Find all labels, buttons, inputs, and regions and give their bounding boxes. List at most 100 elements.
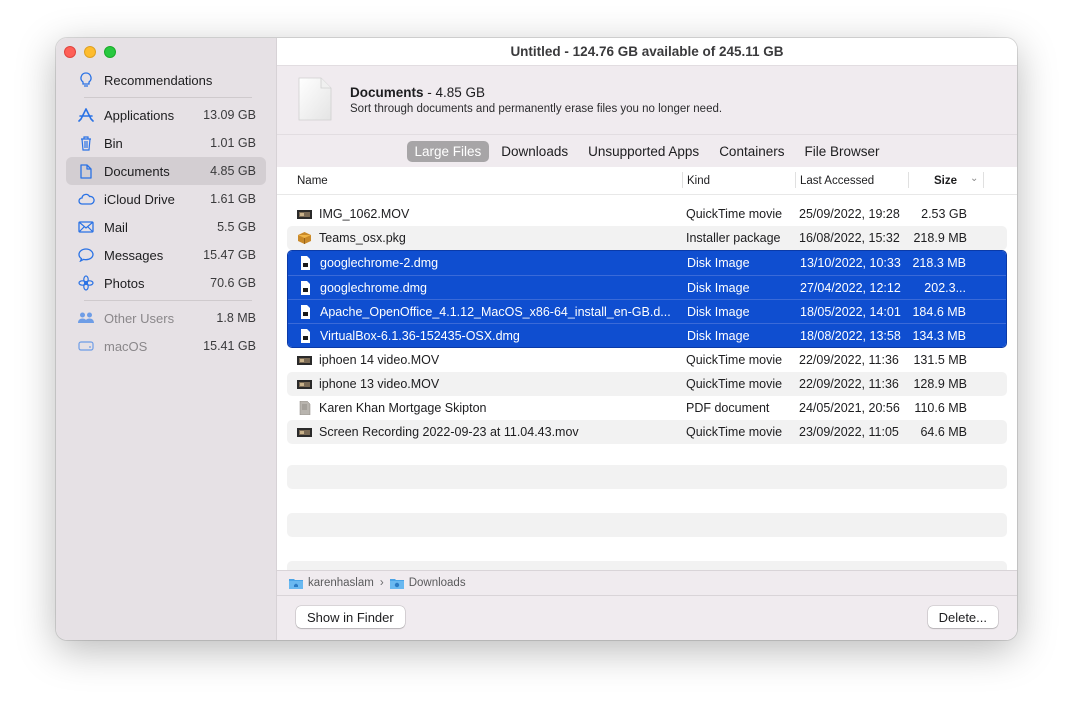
- file-name: VirtualBox-6.1.36-152435-OSX.dmg: [320, 328, 520, 343]
- app-store-icon: [76, 108, 96, 122]
- column-header-last-accessed[interactable]: Last Accessed: [800, 175, 874, 187]
- sidebar-item-mail[interactable]: Mail 5.5 GB: [66, 213, 266, 241]
- column-header-kind[interactable]: Kind: [687, 175, 710, 187]
- disk-image-icon: [298, 281, 313, 295]
- file-last-accessed: 18/08/2022, 13:58: [800, 328, 901, 343]
- sidebar-item-size: 15.41 GB: [203, 339, 256, 353]
- sidebar-item-applications[interactable]: Applications 13.09 GB: [66, 101, 266, 129]
- disk-image-icon: [298, 305, 313, 319]
- file-row[interactable]: Apache_OpenOffice_4.1.12_MacOS_x86-64_in…: [288, 299, 1006, 323]
- sidebar-item-label: Photos: [104, 275, 145, 291]
- path-segment-downloads[interactable]: Downloads: [409, 577, 466, 589]
- sidebar-item-bin[interactable]: Bin 1.01 GB: [66, 129, 266, 157]
- show-in-finder-button[interactable]: Show in Finder: [296, 606, 405, 628]
- minimize-window-button[interactable]: [84, 46, 96, 58]
- file-kind: Disk Image: [687, 328, 750, 343]
- file-last-accessed: 27/04/2022, 12:12: [800, 280, 901, 295]
- tab-unsupported-apps[interactable]: Unsupported Apps: [580, 141, 707, 162]
- file-last-accessed: 18/05/2022, 14:01: [800, 304, 901, 319]
- file-row[interactable]: Karen Khan Mortgage Skipton PDF document 2…: [287, 396, 1007, 420]
- file-last-accessed: 13/10/2022, 10:33: [800, 256, 901, 270]
- file-last-accessed: 24/05/2021, 20:56: [799, 401, 900, 415]
- column-divider[interactable]: [682, 172, 683, 188]
- window-title: Untitled - 124.76 GB available of 245.11…: [277, 38, 1017, 66]
- lightbulb-icon: [76, 72, 96, 88]
- column-divider[interactable]: [983, 172, 984, 188]
- file-name: googlechrome-2.dmg: [320, 256, 439, 270]
- file-kind: Disk Image: [687, 280, 750, 295]
- tab-downloads[interactable]: Downloads: [493, 141, 576, 162]
- sidebar-item-icloud-drive[interactable]: iCloud Drive 1.61 GB: [66, 185, 266, 213]
- sidebar-item-macos[interactable]: macOS 15.41 GB: [66, 332, 266, 360]
- file-row[interactable]: Teams_osx.pkg Installer package 16/08/2022…: [287, 226, 1007, 250]
- column-divider[interactable]: [908, 172, 909, 188]
- column-header-name[interactable]: Name: [297, 175, 328, 187]
- tab-containers[interactable]: Containers: [711, 141, 792, 162]
- file-size: 218.3 MB: [912, 256, 966, 270]
- sidebar-item-recommendations[interactable]: Recommendations: [66, 66, 266, 94]
- sidebar-item-documents[interactable]: Documents 4.85 GB: [66, 157, 266, 185]
- photos-flower-icon: [76, 275, 96, 291]
- storage-management-window: Recommendations Applications 13.09 GB Bi…: [56, 38, 1017, 640]
- sidebar-item-size: 4.85 GB: [210, 164, 256, 178]
- zoom-window-button[interactable]: [104, 46, 116, 58]
- sidebar: Recommendations Applications 13.09 GB Bi…: [56, 38, 277, 640]
- file-row[interactable]: iphone 13 video.MOV QuickTime movie 22/09/…: [287, 372, 1007, 396]
- file-row[interactable]: Screen Recording 2022-09-23 at 11.04.43.…: [287, 420, 1007, 444]
- sidebar-item-size: 1.8 MB: [216, 311, 256, 325]
- document-icon: [76, 163, 96, 179]
- category-size: - 4.85 GB: [423, 85, 486, 100]
- file-row[interactable]: googlechrome-2.dmg Disk Image 13/10/2022, …: [288, 251, 1006, 275]
- selected-files-group: googlechrome-2.dmg Disk Image 13/10/2022, …: [287, 250, 1007, 348]
- sidebar-item-label: Messages: [104, 247, 164, 263]
- file-size: 218.9 MB: [913, 231, 967, 245]
- file-row[interactable]: VirtualBox-6.1.36-152435-OSX.dmg Disk Ima…: [288, 323, 1006, 347]
- movie-thumbnail-icon: [297, 207, 312, 221]
- path-bar: karenhaslam › Downloads: [277, 570, 1017, 596]
- file-name: Apache_OpenOffice_4.1.12_MacOS_x86-64_in…: [320, 304, 671, 319]
- package-icon: [297, 231, 312, 245]
- column-header-size[interactable]: Size: [934, 175, 957, 187]
- tab-file-browser[interactable]: File Browser: [796, 141, 887, 162]
- file-name: Teams_osx.pkg: [319, 231, 406, 245]
- sidebar-item-label: Applications: [104, 107, 175, 123]
- file-size: 184.6 MB: [912, 304, 966, 319]
- sidebar-item-photos[interactable]: Photos 70.6 GB: [66, 269, 266, 297]
- sidebar-divider: [84, 97, 252, 98]
- file-last-accessed: 25/09/2022, 19:28: [799, 207, 900, 221]
- file-name: googlechrome.dmg: [320, 280, 428, 295]
- sidebar-item-size: 70.6 GB: [210, 276, 256, 290]
- disk-image-icon: [298, 256, 313, 270]
- file-size: 64.6 MB: [920, 425, 967, 439]
- file-kind: Disk Image: [687, 304, 750, 319]
- file-last-accessed: 22/09/2022, 11:36: [799, 377, 899, 391]
- file-name: iphone 13 video.MOV: [319, 377, 440, 391]
- close-window-button[interactable]: [64, 46, 76, 58]
- delete-button[interactable]: Delete...: [927, 606, 998, 628]
- file-row[interactable]: iphoen 14 video.MOV QuickTime movie 22/09/…: [287, 348, 1007, 372]
- home-folder-icon: [289, 578, 303, 589]
- tab-large-files[interactable]: Large Files: [406, 140, 490, 162]
- movie-thumbnail-icon: [297, 425, 312, 439]
- sidebar-item-size: 15.47 GB: [203, 248, 256, 262]
- file-last-accessed: 22/09/2022, 11:36: [799, 353, 899, 367]
- disk-image-icon: [298, 329, 313, 343]
- tab-bar: Large Files Downloads Unsupported Apps C…: [277, 135, 1017, 167]
- file-row[interactable]: IMG_1062.MOV QuickTime movie 25/09/2022, 1…: [287, 202, 1007, 226]
- file-size: 2.53 GB: [921, 207, 967, 221]
- sidebar-item-size: 5.5 GB: [217, 220, 256, 234]
- file-row[interactable]: googlechrome.dmg Disk Image 27/04/2022, 12…: [288, 275, 1006, 299]
- sidebar-item-messages[interactable]: Messages 15.47 GB: [66, 241, 266, 269]
- table-header: Name Kind Last Accessed Size ⌄: [277, 167, 1017, 195]
- movie-thumbnail-icon: [297, 353, 312, 367]
- pdf-document-icon: [297, 400, 312, 416]
- file-name: iphoen 14 video.MOV: [319, 353, 440, 367]
- path-segment-home[interactable]: karenhaslam: [308, 577, 374, 589]
- main-panel: Untitled - 124.76 GB available of 245.11…: [277, 38, 1017, 640]
- category-header: Documents - 4.85 GB Sort through documen…: [277, 66, 1017, 135]
- file-kind: Disk Image: [687, 256, 750, 270]
- sort-chevron-down-icon[interactable]: ⌄: [970, 173, 978, 184]
- sidebar-item-other-users[interactable]: Other Users 1.8 MB: [66, 304, 266, 332]
- sidebar-item-label: Documents: [104, 163, 170, 179]
- column-divider[interactable]: [795, 172, 796, 188]
